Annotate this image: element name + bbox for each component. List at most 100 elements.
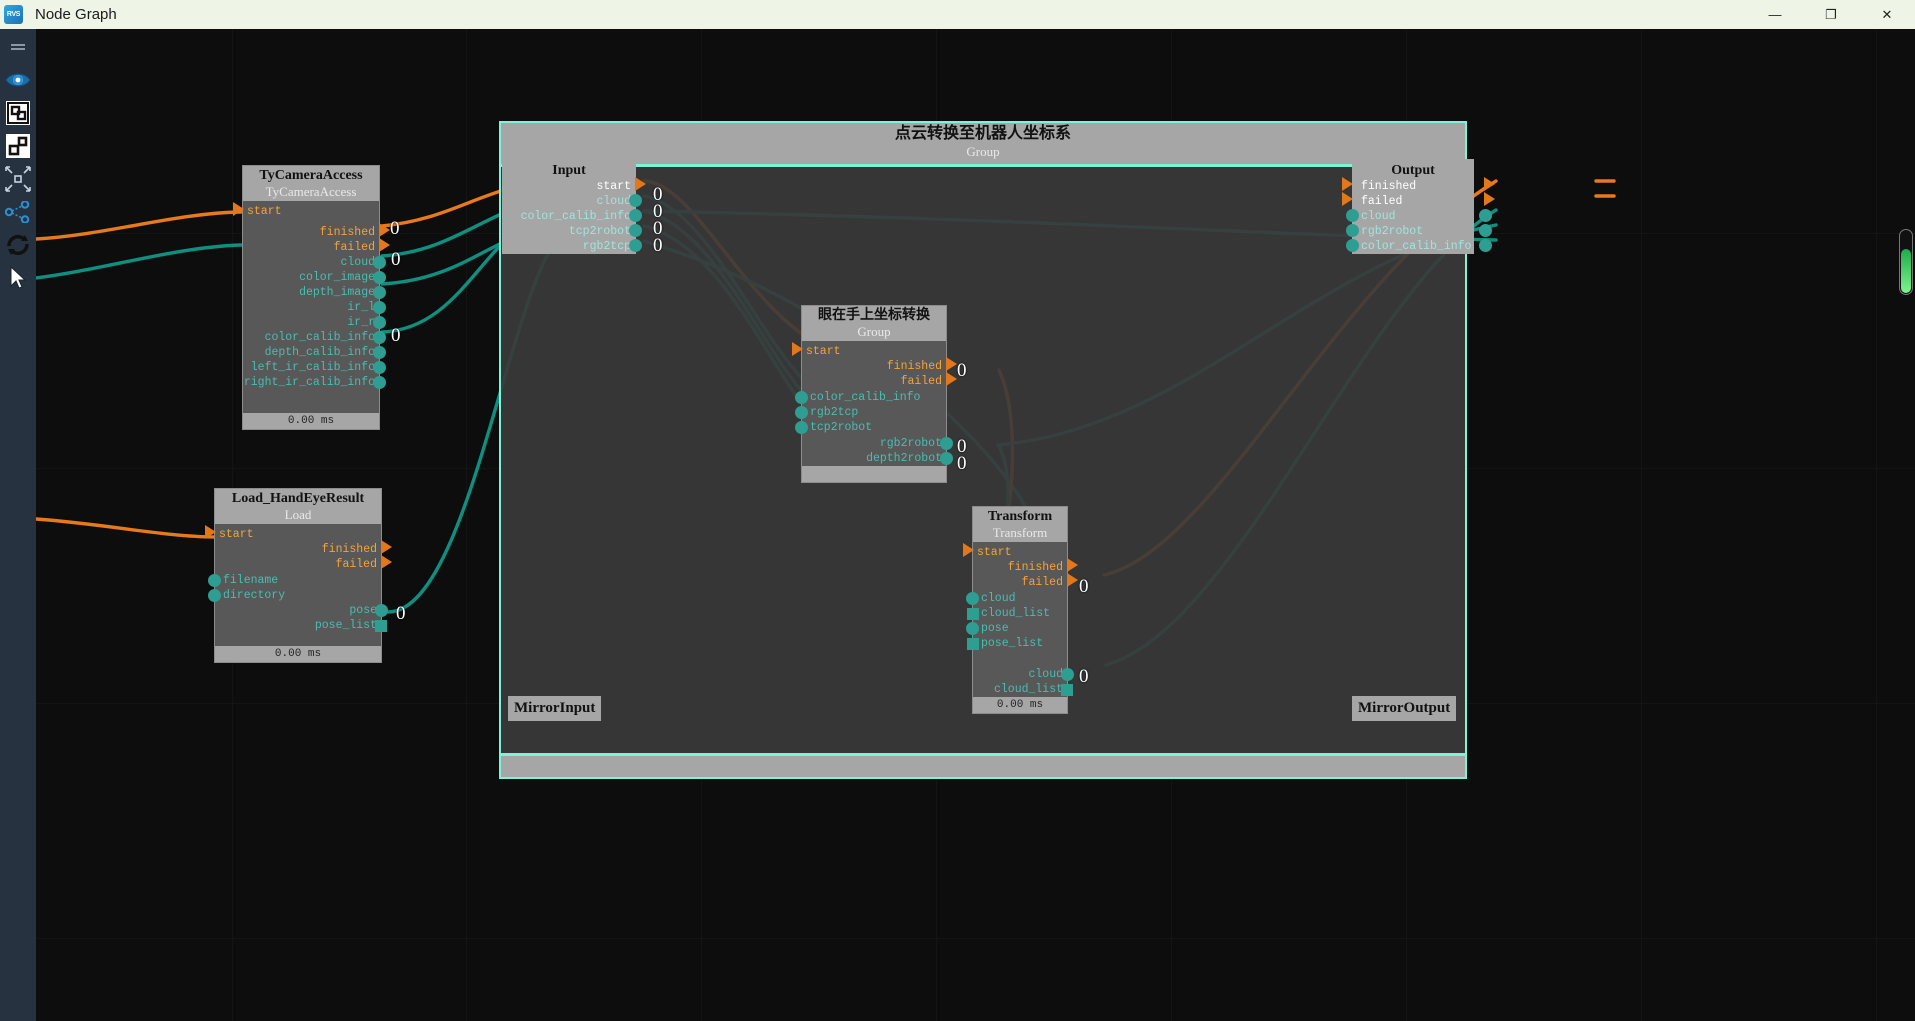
port-arrow-in-start[interactable] — [205, 525, 216, 539]
ungroup-node-icon[interactable] — [0, 129, 36, 162]
close-button[interactable]: ✕ — [1859, 0, 1915, 29]
port-arrow-in-finished[interactable] — [1342, 177, 1353, 191]
port-dot-ir-r[interactable] — [373, 316, 386, 329]
port-arrow-out-failed[interactable] — [1484, 192, 1495, 206]
port-dot-cloud[interactable] — [373, 256, 386, 269]
port-arrow-out-failed[interactable] — [381, 555, 392, 569]
port-arrow-out-failed[interactable] — [1067, 573, 1078, 587]
port-out-pose-list[interactable]: pose_list — [315, 619, 377, 633]
port-arrow-out-finished[interactable] — [946, 357, 957, 371]
port-in-finished[interactable]: finished — [1361, 180, 1416, 194]
port-out-failed[interactable]: failed — [334, 241, 375, 255]
port-out-right-ir-calib-info[interactable]: right_ir_calib_info — [244, 376, 375, 390]
node-tycameraaccess[interactable]: TyCameraAccess TyCameraAccess start fini… — [233, 165, 390, 430]
port-dot-directory[interactable] — [208, 589, 221, 602]
port-dot-color-calib-info[interactable] — [373, 331, 386, 344]
port-dot-right-ir-calib-info[interactable] — [373, 376, 386, 389]
port-in-failed[interactable]: failed — [1361, 195, 1402, 209]
port-dot-out-ccinfo[interactable] — [1479, 239, 1492, 252]
port-out-start[interactable]: start — [596, 180, 631, 194]
port-arrow-in-failed[interactable] — [1342, 192, 1353, 206]
port-dot-tcp2robot[interactable] — [795, 421, 808, 434]
port-in-rgb2tcp[interactable]: rgb2tcp — [810, 406, 858, 420]
port-arrow-out-failed[interactable] — [946, 372, 957, 386]
port-dot-out-cloud[interactable] — [1479, 209, 1492, 222]
port-dot-color-calib-info[interactable] — [629, 209, 642, 222]
port-dot-pose[interactable] — [375, 604, 388, 617]
port-arrow-in-start[interactable] — [233, 202, 244, 216]
port-in-pose-list[interactable]: pose_list — [981, 637, 1043, 651]
menu-handle-icon[interactable] — [0, 29, 36, 63]
port-arrow-out-start[interactable] — [635, 177, 646, 191]
port-in-cloud[interactable]: cloud — [1361, 210, 1396, 224]
port-dot-depth2robot[interactable] — [940, 452, 953, 465]
port-dot-left-ir-calib-info[interactable] — [373, 361, 386, 374]
node-group-output[interactable]: Output finished failed cloud rgb2robot c… — [1342, 159, 1495, 254]
port-out-cloud[interactable]: cloud — [596, 195, 631, 209]
port-dot-rgb2robot[interactable] — [1346, 224, 1359, 237]
port-arrow-out-finished[interactable] — [379, 223, 390, 237]
node-transform[interactable]: Transform Transform start cloud cloud_li… — [963, 506, 1078, 714]
port-dot-color-image[interactable] — [373, 271, 386, 284]
port-dot-cloud[interactable] — [1346, 209, 1359, 222]
port-in-start[interactable]: start — [977, 546, 1012, 560]
port-out-cloud[interactable]: cloud — [340, 256, 375, 270]
port-dot-rgb2tcp[interactable] — [795, 406, 808, 419]
port-dot-out-rgb2robot[interactable] — [1479, 224, 1492, 237]
port-in-start[interactable]: start — [219, 528, 254, 542]
port-dot-ir-l[interactable] — [373, 301, 386, 314]
port-arrow-out-finished[interactable] — [381, 540, 392, 554]
port-out-depth-calib-info[interactable]: depth_calib_info — [265, 346, 375, 360]
port-in-filename[interactable]: filename — [223, 574, 278, 588]
port-arrow-out-failed[interactable] — [379, 238, 390, 252]
collapse-icon[interactable] — [0, 162, 36, 195]
group-node-icon[interactable] — [0, 96, 36, 129]
share-graph-icon[interactable] — [0, 195, 36, 228]
port-out-failed[interactable]: failed — [1022, 576, 1063, 590]
port-out-finished[interactable]: finished — [322, 543, 377, 557]
port-out-failed[interactable]: failed — [336, 558, 377, 572]
port-in-rgb2robot[interactable]: rgb2robot — [1361, 225, 1423, 239]
port-out-rgb2tcp[interactable]: rgb2tcp — [583, 240, 631, 254]
port-out-tcp2robot[interactable]: tcp2robot — [569, 225, 631, 239]
port-square-out-cloud-list[interactable] — [1061, 684, 1073, 696]
eye-icon[interactable] — [0, 63, 36, 96]
port-dot-out-cloud[interactable] — [1061, 668, 1074, 681]
port-out-cloud-list[interactable]: cloud_list — [994, 683, 1063, 697]
port-out-color-image[interactable]: color_image — [299, 271, 375, 285]
refresh-icon[interactable] — [0, 228, 36, 261]
port-square-pose-list[interactable] — [967, 638, 979, 650]
maximize-button[interactable]: ❐ — [1803, 0, 1859, 29]
port-out-left-ir-calib-info[interactable]: left_ir_calib_info — [251, 361, 375, 375]
port-dot-depth-calib-info[interactable] — [373, 346, 386, 359]
port-out-failed[interactable]: failed — [901, 375, 942, 389]
port-arrow-in-start[interactable] — [792, 342, 803, 356]
port-dot-filename[interactable] — [208, 574, 221, 587]
port-out-pose[interactable]: pose — [349, 604, 377, 618]
port-dot-tcp2robot[interactable] — [629, 224, 642, 237]
port-dot-rgb2robot[interactable] — [940, 437, 953, 450]
port-out-color-calib-info[interactable]: color_calib_info — [265, 331, 375, 345]
port-out-cloud[interactable]: cloud — [1028, 668, 1063, 682]
port-arrow-in-start[interactable] — [963, 543, 974, 557]
port-in-color-calib-info[interactable]: color_calib_info — [810, 391, 920, 405]
node-graph-canvas[interactable]: 点云转换至机器人坐标系 Group MirrorInput MirrorOutp… — [36, 29, 1915, 1021]
port-dot-color-calib-info[interactable] — [795, 391, 808, 404]
port-square-cloud-list[interactable] — [967, 608, 979, 620]
port-out-rgb2robot[interactable]: rgb2robot — [880, 437, 942, 451]
node-load-handeyeresult[interactable]: Load_HandEyeResult Load start filename d… — [205, 488, 392, 663]
port-in-directory[interactable]: directory — [223, 589, 285, 603]
minimize-button[interactable]: — — [1747, 0, 1803, 29]
port-dot-cloud[interactable] — [966, 592, 979, 605]
port-out-ir-r[interactable]: ir_r — [347, 316, 375, 330]
port-out-finished[interactable]: finished — [1008, 561, 1063, 575]
node-group-input[interactable]: Input start cloud color_calib_info tcp2r… — [502, 159, 646, 254]
vertical-slider[interactable] — [1899, 229, 1913, 295]
port-dot-rgb2tcp[interactable] — [629, 239, 642, 252]
port-in-color-calib-info[interactable]: color_calib_info — [1361, 240, 1471, 254]
port-dot-depth-image[interactable] — [373, 286, 386, 299]
port-dot-color-calib-info[interactable] — [1346, 239, 1359, 252]
port-in-start[interactable]: start — [806, 345, 841, 359]
cursor-icon[interactable] — [0, 261, 36, 294]
port-in-start[interactable]: start — [247, 205, 282, 219]
